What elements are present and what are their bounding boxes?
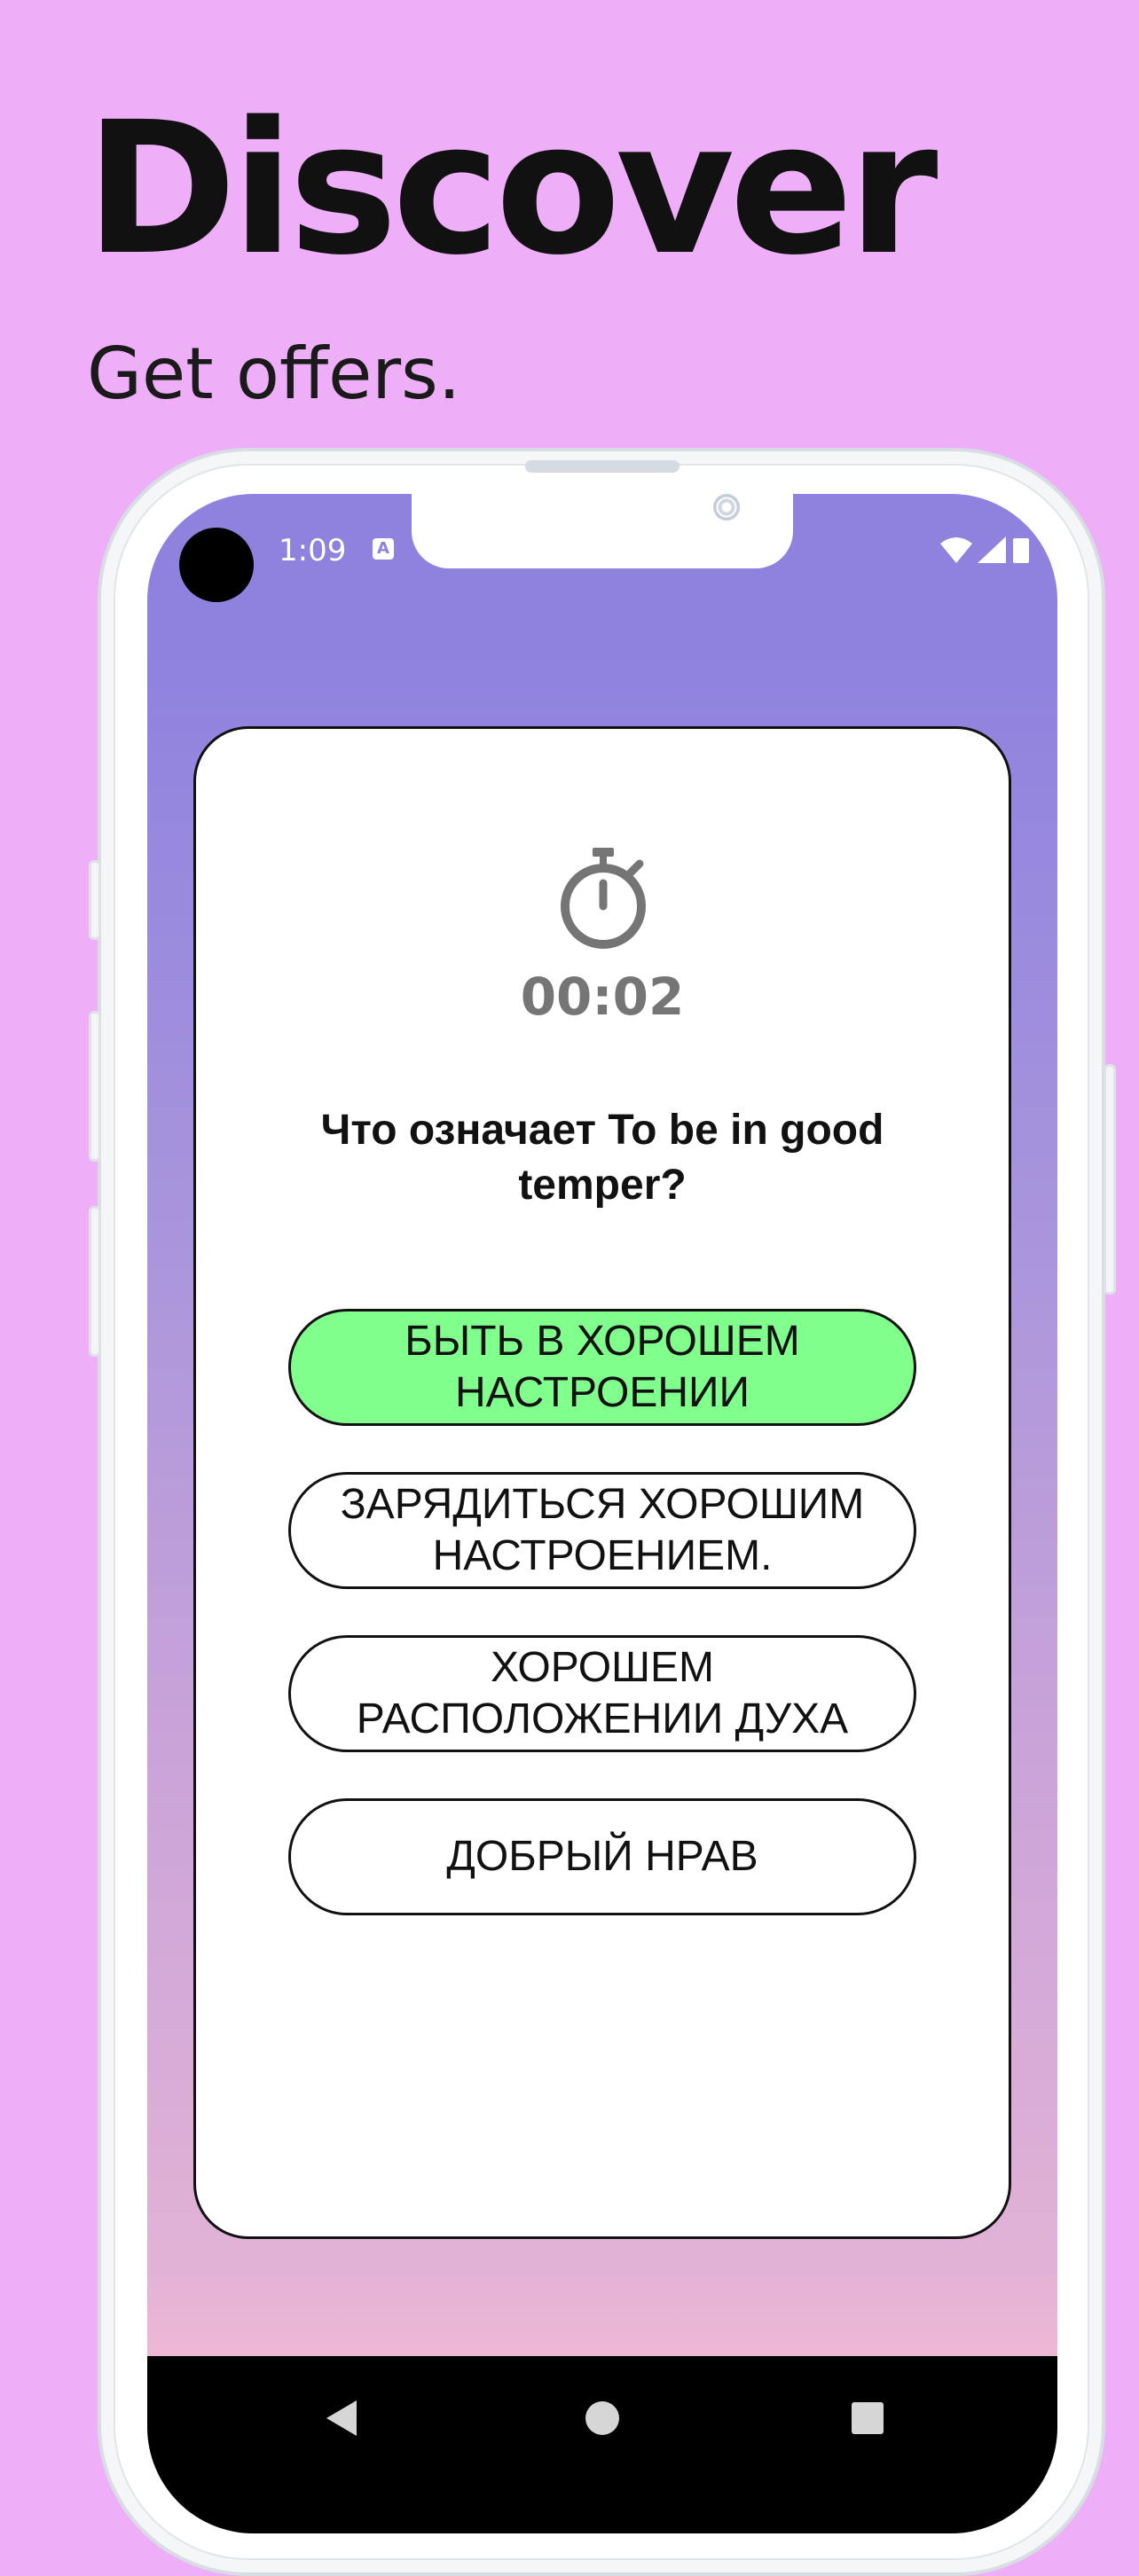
- front-camera-icon: [713, 494, 740, 521]
- answer-option-3-label: ХОРОШЕМ РАСПОЛОЖЕНИИ ДУХА: [356, 1644, 849, 1742]
- camera-punch-hole: [179, 528, 254, 602]
- answer-option-3[interactable]: ХОРОШЕМ РАСПОЛОЖЕНИИ ДУХА: [288, 1635, 916, 1752]
- stopwatch-icon: [561, 848, 646, 949]
- answer-option-1-label: БЫТЬ В ХОРОШЕМ НАСТРОЕНИИ: [405, 1318, 800, 1416]
- answer-option-4-label: ДОБРЫЙ НРАВ: [446, 1833, 758, 1880]
- home-icon[interactable]: [581, 2397, 624, 2439]
- promo-headline: Discover: [85, 82, 938, 295]
- navigation-bar: [147, 2356, 1057, 2533]
- answer-option-4[interactable]: ДОБРЫЙ НРАВ: [288, 1798, 916, 1915]
- promo-subheadline: Get offers.: [87, 333, 461, 415]
- phone-screen: 1:09 A 00:02 Что означает To be in good …: [147, 494, 1057, 2533]
- phone-speaker: [525, 460, 679, 473]
- notification-icon: A: [373, 538, 394, 560]
- phone-side-button-left-2: [89, 1011, 101, 1162]
- timer-display: 00:02: [520, 967, 685, 1027]
- screen-notch: [412, 494, 793, 568]
- question-text: Что означает To be in good temper?: [320, 1107, 884, 1209]
- status-icons: [940, 536, 1029, 563]
- phone-side-button-left-3: [89, 1206, 101, 1357]
- back-icon[interactable]: [321, 2397, 364, 2439]
- answer-option-2[interactable]: ЗАРЯДИТЬСЯ ХОРОШИМ НАСТРОЕНИЕМ.: [288, 1472, 916, 1589]
- quiz-card: 00:02 Что означает To be in good temper?…: [193, 726, 1011, 2239]
- wifi-icon: [940, 537, 972, 563]
- phone-side-button-right: [1104, 1064, 1116, 1295]
- cellular-signal-icon: [978, 536, 1006, 563]
- status-time: 1:09: [279, 533, 347, 568]
- battery-icon: [1013, 538, 1029, 563]
- recents-icon[interactable]: [846, 2397, 889, 2439]
- answer-option-2-label: ЗАРЯДИТЬСЯ ХОРОШИМ НАСТРОЕНИЕМ.: [340, 1481, 865, 1579]
- phone-side-button-left-1: [89, 860, 101, 940]
- answer-option-1[interactable]: БЫТЬ В ХОРОШЕМ НАСТРОЕНИИ: [288, 1309, 916, 1426]
